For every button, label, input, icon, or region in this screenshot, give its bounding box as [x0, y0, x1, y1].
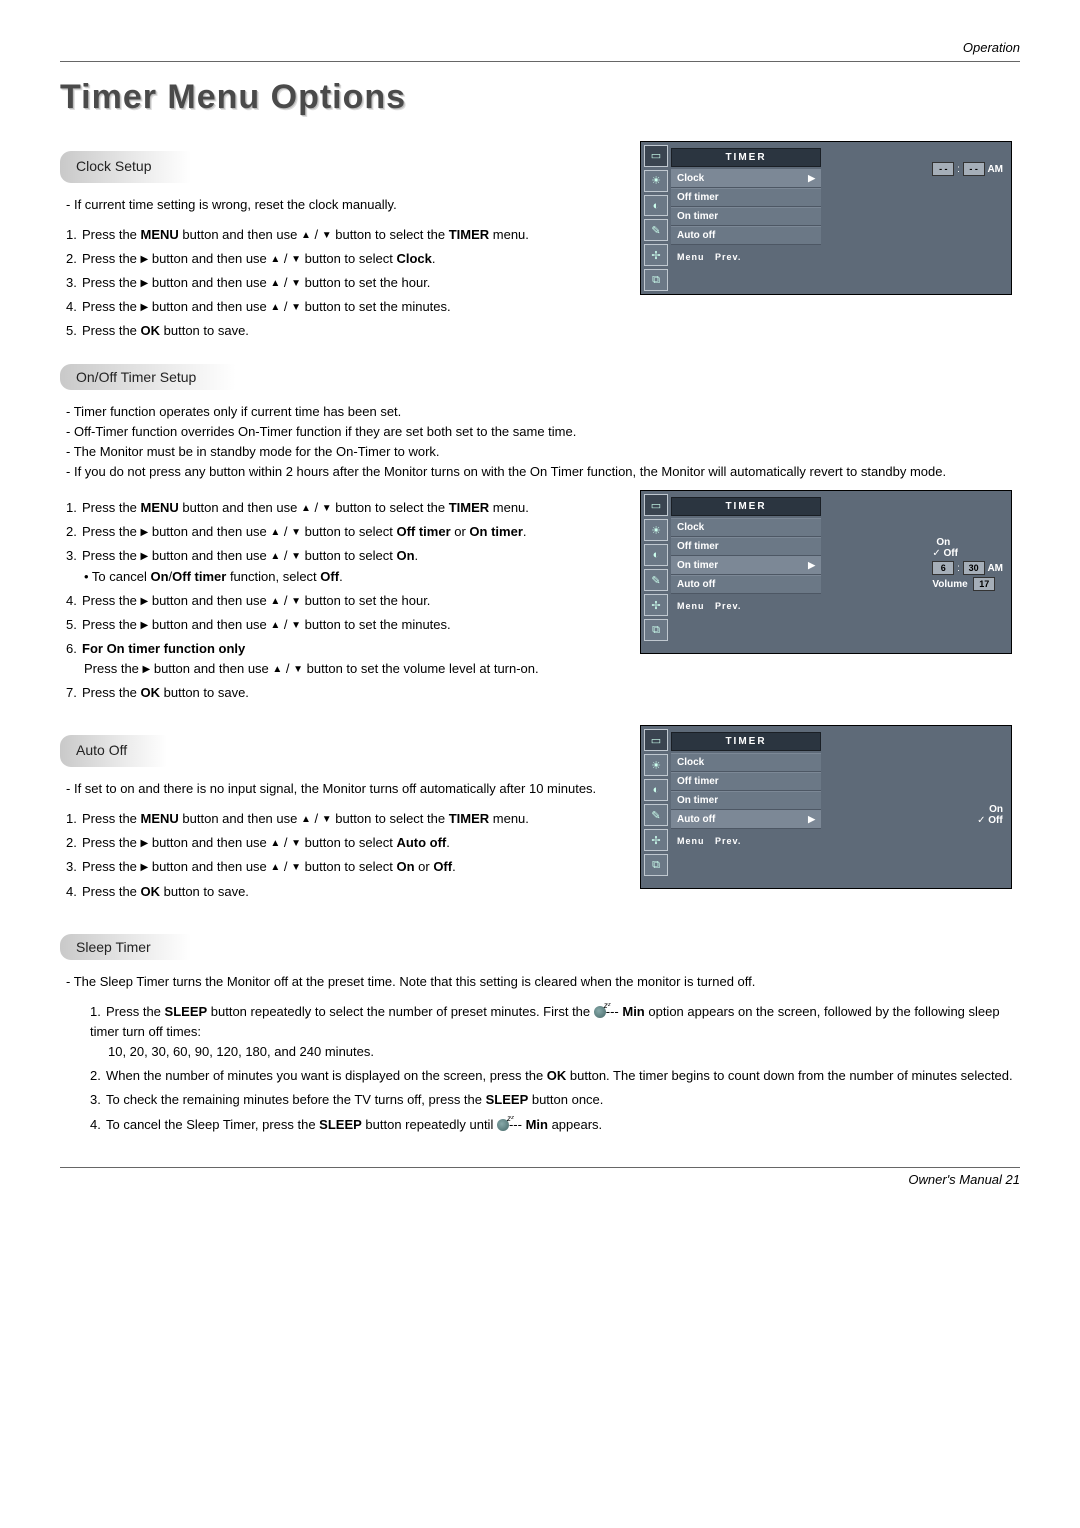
osd-item-auto-selected: Auto off▶ [671, 810, 821, 829]
clock-step-2: 2.Press the ▶ button and then use ▲ / ▼ … [66, 247, 610, 271]
osd-panel-ontimer: ▭ ☀ ◐ ✎ ✢ ⧉ TIMER Clock Off timer On tim… [640, 490, 1012, 654]
section-heading-onoff: On/Off Timer Setup [60, 364, 236, 390]
onoff-note-4: If you do not press any button within 2 … [66, 462, 1020, 482]
onoff-note-3: The Monitor must be in standby mode for … [66, 442, 1020, 462]
sleep-step-2: 2.When the number of minutes you want is… [90, 1064, 1020, 1088]
right-icon: ▶ [808, 173, 815, 184]
osd-tab-icon: ⧉ [644, 269, 668, 291]
sleep-step-1: 1.Press the SLEEP button repeatedly to s… [90, 1000, 1020, 1064]
onoff-note-2: Off-Timer function overrides On-Timer fu… [66, 422, 1020, 442]
right-icon: ▶ [141, 254, 149, 265]
autooff-step-4: 4.Press the OK button to save. [66, 880, 610, 904]
onoff-step-4: 4.Press the ▶ button and then use ▲ / ▼ … [66, 589, 610, 613]
clock-step-4: 4.Press the ▶ button and then use ▲ / ▼ … [66, 295, 610, 319]
header-section: Operation [60, 40, 1020, 55]
onoff-step-3: 3.Press the ▶ button and then use ▲ / ▼ … [66, 544, 610, 588]
onoff-step-6: 6.For On timer function only Press the ▶… [66, 637, 610, 681]
osd-ontimer-values: On Off 6 : 30 AM Volume 17 [932, 537, 1003, 591]
up-icon: ▲ [301, 230, 311, 241]
autooff-step-2: 2.Press the ▶ button and then use ▲ / ▼ … [66, 831, 610, 855]
osd-title: TIMER [671, 148, 821, 167]
osd-tab-icon: ◐ [644, 195, 668, 217]
onoff-step-7: 7.Press the OK button to save. [66, 681, 610, 705]
sleep-icon [594, 1006, 606, 1018]
osd-footer: Menu Prev. [671, 248, 1011, 264]
down-icon: ▼ [322, 230, 332, 241]
page-title: Timer Menu Options [60, 78, 1020, 117]
clock-intro: If current time setting is wrong, reset … [66, 195, 610, 215]
osd-item-off: Off timer [671, 188, 821, 207]
autooff-intro: If set to on and there is no input signa… [66, 779, 610, 799]
osd-tab-icon: ✎ [644, 219, 668, 241]
section-heading-autooff: Auto Off [60, 735, 167, 767]
clock-step-5: 5.Press the OK button to save. [66, 319, 610, 343]
sleep-icon [497, 1119, 509, 1131]
autooff-step-3: 3.Press the ▶ button and then use ▲ / ▼ … [66, 855, 610, 879]
onoff-step-5: 5.Press the ▶ button and then use ▲ / ▼ … [66, 613, 610, 637]
osd-item-on-selected: On timer▶ [671, 556, 821, 575]
osd-tab-icon: ✢ [644, 244, 668, 266]
osd-item-on: On timer [671, 207, 821, 226]
osd-panel-clock: ▭ ☀ ◐ ✎ ✢ ⧉ TIMER Clock▶ Off timer On ti… [640, 141, 1012, 295]
section-heading-clock: Clock Setup [60, 151, 191, 183]
autooff-step-1: 1.Press the MENU button and then use ▲ /… [66, 807, 610, 831]
osd-tab-icon: ☀ [644, 170, 668, 192]
osd-tab-icon: ▭ [644, 145, 668, 167]
page-footer: Owner's Manual 21 [60, 1172, 1020, 1187]
osd-clock-values: - - : - - AM [932, 162, 1003, 176]
onoff-step-2: 2.Press the ▶ button and then use ▲ / ▼ … [66, 520, 610, 544]
onoff-note-1: Timer function operates only if current … [66, 402, 1020, 422]
onoff-step-1: 1.Press the MENU button and then use ▲ /… [66, 496, 610, 520]
sleep-step-3: 3.To check the remaining minutes before … [90, 1088, 1020, 1112]
osd-item-clock: Clock▶ [671, 169, 821, 188]
sleep-step-4: 4.To cancel the Sleep Timer, press the S… [90, 1113, 1020, 1137]
osd-autooff-values: On Off [977, 804, 1003, 826]
clock-step-1: 1.Press the MENU button and then use ▲ /… [66, 223, 610, 247]
clock-step-3: 3.Press the ▶ button and then use ▲ / ▼ … [66, 271, 610, 295]
bottom-rule [60, 1167, 1020, 1168]
section-heading-sleep: Sleep Timer [60, 934, 191, 960]
top-rule [60, 61, 1020, 62]
osd-panel-autooff: ▭ ☀ ◐ ✎ ✢ ⧉ TIMER Clock Off timer On tim… [640, 725, 1012, 889]
osd-item-auto: Auto off [671, 226, 821, 245]
sleep-intro: The Sleep Timer turns the Monitor off at… [66, 972, 1020, 992]
